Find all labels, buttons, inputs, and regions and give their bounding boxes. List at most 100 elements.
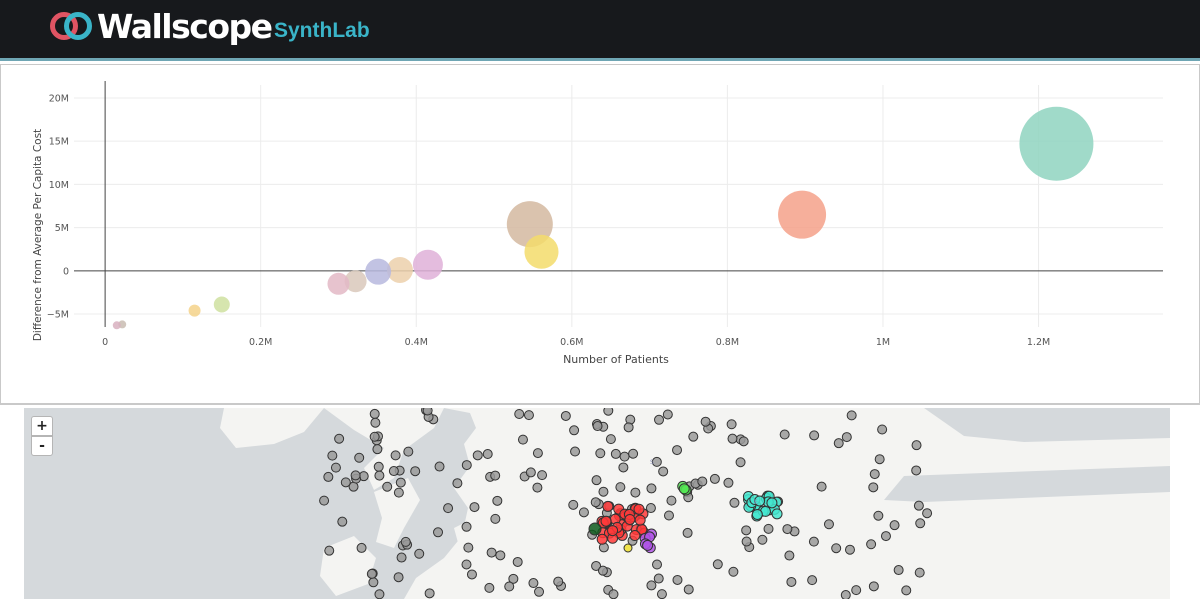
map-marker[interactable] xyxy=(808,536,819,547)
map-marker[interactable] xyxy=(610,448,621,459)
map-marker[interactable] xyxy=(388,466,399,477)
map-marker[interactable] xyxy=(607,525,619,537)
map-marker[interactable] xyxy=(866,539,877,550)
map-marker[interactable] xyxy=(484,582,495,593)
map-marker[interactable] xyxy=(443,503,454,514)
map-marker[interactable] xyxy=(370,417,381,428)
map-marker[interactable] xyxy=(590,497,601,508)
map-marker[interactable] xyxy=(350,470,361,481)
map-marker[interactable] xyxy=(634,514,646,526)
map-marker[interactable] xyxy=(528,578,539,589)
map-marker[interactable] xyxy=(869,469,880,480)
map-marker[interactable] xyxy=(766,497,778,509)
map-marker[interactable] xyxy=(646,483,657,494)
map-marker[interactable] xyxy=(678,483,690,495)
map-marker[interactable] xyxy=(901,585,912,596)
bubble-point[interactable] xyxy=(213,296,230,313)
map-marker[interactable] xyxy=(373,461,384,472)
map-marker[interactable] xyxy=(372,444,383,455)
map-marker[interactable] xyxy=(393,487,404,498)
map-marker[interactable] xyxy=(452,478,463,489)
map-marker[interactable] xyxy=(374,589,385,599)
map-marker[interactable] xyxy=(880,531,891,542)
map-marker[interactable] xyxy=(517,434,528,445)
map-marker[interactable] xyxy=(390,450,401,461)
map-marker[interactable] xyxy=(633,503,645,515)
map-marker[interactable] xyxy=(334,433,345,444)
map-marker[interactable] xyxy=(525,467,536,478)
map-marker[interactable] xyxy=(709,473,720,484)
map-marker[interactable] xyxy=(833,438,844,449)
map-marker[interactable] xyxy=(461,521,472,532)
map-marker[interactable] xyxy=(807,575,818,586)
map-marker[interactable] xyxy=(654,414,665,425)
map-marker[interactable] xyxy=(646,580,657,591)
map-marker[interactable] xyxy=(629,530,641,542)
map-marker[interactable] xyxy=(893,565,904,576)
map-marker[interactable] xyxy=(486,547,497,558)
bubble-point[interactable] xyxy=(412,249,443,280)
map-marker[interactable] xyxy=(656,589,667,599)
map-marker[interactable] xyxy=(873,510,884,521)
map-marker[interactable] xyxy=(504,581,515,592)
map-marker[interactable] xyxy=(472,450,483,461)
map-marker[interactable] xyxy=(514,409,525,420)
bubble-point[interactable] xyxy=(778,190,827,239)
map-marker[interactable] xyxy=(700,416,711,427)
map-marker[interactable] xyxy=(319,495,330,506)
map-marker[interactable] xyxy=(466,569,477,580)
map-marker[interactable] xyxy=(595,448,606,459)
map-marker[interactable] xyxy=(823,519,834,530)
map-marker[interactable] xyxy=(726,419,737,430)
bubble-point[interactable] xyxy=(365,258,392,285)
brand-name[interactable]: Wallscope xyxy=(97,5,273,49)
map-marker[interactable] xyxy=(738,436,749,447)
map-marker[interactable] xyxy=(410,466,421,477)
map-marker[interactable] xyxy=(771,508,783,520)
map-marker[interactable] xyxy=(354,452,365,463)
map-marker[interactable] xyxy=(597,565,608,576)
map-marker[interactable] xyxy=(816,481,827,492)
map-marker[interactable] xyxy=(393,572,404,583)
map-marker[interactable] xyxy=(591,475,602,486)
map-marker[interactable] xyxy=(395,477,406,488)
map-marker[interactable] xyxy=(605,434,616,445)
map-marker[interactable] xyxy=(683,584,694,595)
map-marker[interactable] xyxy=(913,500,924,511)
map-marker[interactable] xyxy=(841,432,852,443)
map-marker[interactable] xyxy=(532,448,543,459)
map-marker[interactable] xyxy=(523,410,534,421)
map-marker[interactable] xyxy=(868,482,879,493)
bubble-point[interactable] xyxy=(327,272,350,295)
map-marker[interactable] xyxy=(324,545,335,556)
map-marker[interactable] xyxy=(723,477,734,488)
map-marker[interactable] xyxy=(532,482,543,493)
map-marker[interactable] xyxy=(534,586,545,597)
map-marker[interactable] xyxy=(851,585,862,596)
map-marker[interactable] xyxy=(433,527,444,538)
map-marker[interactable] xyxy=(915,518,926,529)
map-marker[interactable] xyxy=(368,577,379,588)
map-marker[interactable] xyxy=(588,522,602,536)
map-marker[interactable] xyxy=(809,430,820,441)
map-marker[interactable] xyxy=(786,576,797,587)
map-marker[interactable] xyxy=(469,502,480,513)
map-marker[interactable] xyxy=(663,510,674,521)
map-marker[interactable] xyxy=(877,424,888,435)
map-marker[interactable] xyxy=(495,550,506,561)
map-marker[interactable] xyxy=(356,542,367,553)
map-marker[interactable] xyxy=(630,487,641,498)
map-marker[interactable] xyxy=(784,550,795,561)
map-marker[interactable] xyxy=(623,543,633,553)
map-marker[interactable] xyxy=(578,507,589,518)
map-marker[interactable] xyxy=(682,527,693,538)
map-marker[interactable] xyxy=(844,544,855,555)
map-marker[interactable] xyxy=(337,516,348,527)
map-marker[interactable] xyxy=(602,500,614,512)
map-marker[interactable] xyxy=(763,523,774,534)
map-marker[interactable] xyxy=(757,534,768,545)
map-marker[interactable] xyxy=(619,451,630,462)
map-marker[interactable] xyxy=(374,470,385,481)
map-marker[interactable] xyxy=(914,567,925,578)
zoom-in-button[interactable]: + xyxy=(31,416,53,436)
